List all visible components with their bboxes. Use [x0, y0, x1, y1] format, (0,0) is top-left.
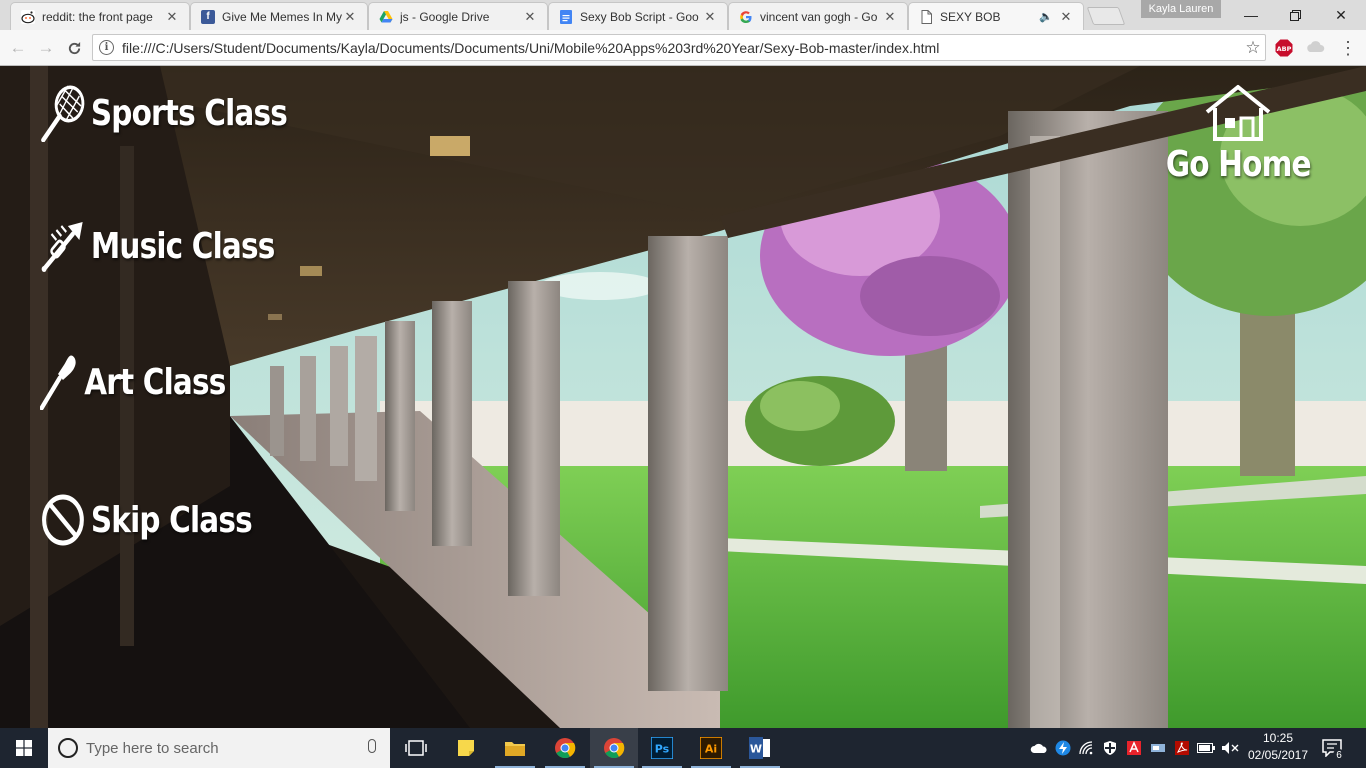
tab-title: vincent van gogh - Go — [760, 9, 878, 24]
menu-kebab-icon[interactable]: ⋮ — [1339, 38, 1357, 58]
sports-class-label: Sports Class — [90, 92, 288, 134]
shield-icon[interactable] — [1101, 739, 1119, 757]
windows-logo-icon — [16, 740, 32, 756]
extension-icon[interactable] — [1306, 39, 1326, 57]
close-window-icon[interactable]: ✕ — [1318, 0, 1364, 30]
music-class-button[interactable]: Music Class — [40, 218, 275, 274]
forward-arrow-icon[interactable]: → — [34, 36, 58, 60]
adblock-plus-icon[interactable]: ABP — [1275, 39, 1293, 57]
system-clock[interactable]: 10:25 02/05/2017 — [1246, 730, 1310, 764]
back-arrow-icon[interactable]: ← — [6, 36, 30, 60]
page-icon — [919, 9, 933, 24]
go-home-button[interactable]: Go Home — [1165, 84, 1312, 185]
action-center-icon[interactable]: 6 — [1318, 736, 1346, 761]
art-class-button[interactable]: Art Class — [40, 354, 226, 410]
tab-google-docs[interactable]: Sexy Bob Script - Goo ✕ — [548, 2, 728, 30]
acrobat-icon[interactable] — [1173, 739, 1191, 757]
close-tab-icon[interactable]: ✕ — [165, 9, 179, 25]
wifi-icon[interactable] — [1078, 739, 1096, 757]
notification-count: 6 — [1333, 749, 1345, 761]
photoshop-icon[interactable]: Ps — [638, 728, 686, 768]
windows-start-button[interactable] — [0, 728, 48, 768]
tab-title: reddit: the front page — [42, 9, 153, 24]
tennis-racket-icon — [41, 85, 85, 142]
url-text: file:///C:/Users/Student/Documents/Kayla… — [122, 39, 940, 56]
chrome-icon[interactable] — [541, 728, 589, 768]
file-explorer-icon[interactable] — [491, 728, 539, 768]
close-tab-icon[interactable]: ✕ — [523, 9, 537, 25]
search-placeholder: Type here to search — [86, 739, 219, 757]
sports-class-button[interactable]: Sports Class — [40, 84, 288, 142]
microphone-icon[interactable] — [368, 739, 376, 753]
adblock-label: ABP — [1277, 45, 1292, 53]
reload-icon[interactable] — [62, 36, 86, 60]
tab-google-drive[interactable]: js - Google Drive ✕ — [368, 2, 548, 30]
tab-title: Give Me Memes In My — [222, 9, 343, 24]
close-tab-icon[interactable]: ✕ — [343, 9, 357, 25]
facebook-icon: f — [201, 9, 215, 24]
new-tab-button[interactable] — [1086, 7, 1126, 25]
google-drive-icon — [379, 10, 393, 24]
page-viewport: Sports Class Music Class Art Class Skip … — [0, 66, 1366, 728]
illustrator-icon[interactable]: Ai — [687, 728, 735, 768]
word-icon[interactable]: W — [736, 728, 784, 768]
google-docs-icon — [559, 9, 573, 24]
word-label: W — [750, 743, 762, 756]
tab-reddit[interactable]: reddit: the front page ✕ — [10, 2, 190, 30]
music-class-label: Music Class — [90, 225, 276, 267]
browser-toolbar: ← → i file:///C:/Users/Student/Documents… — [0, 30, 1366, 66]
skip-class-label: Skip Class — [90, 499, 253, 541]
close-tab-icon[interactable]: ✕ — [703, 9, 717, 25]
bookmark-star-icon[interactable]: ☆ — [1241, 38, 1265, 58]
cortana-icon — [58, 738, 78, 758]
network-drive-icon[interactable] — [1149, 739, 1167, 757]
minimize-icon[interactable]: — — [1228, 0, 1274, 30]
tab-sexy-bob[interactable]: SEXY BOB 🔈 ✕ — [908, 2, 1084, 30]
tab-facebook[interactable]: f Give Me Memes In My ✕ — [190, 2, 368, 30]
photoshop-label: Ps — [655, 743, 670, 756]
clock-date: 02/05/2017 — [1247, 748, 1309, 762]
close-tab-icon[interactable]: ✕ — [883, 9, 897, 25]
paintbrush-icon — [40, 355, 76, 410]
chrome-icon[interactable] — [590, 728, 638, 768]
no-entry-icon — [42, 494, 84, 546]
tab-google-search[interactable]: vincent van gogh - Go ✕ — [728, 2, 908, 30]
browser-tab-strip: reddit: the front page ✕ f Give Me Memes… — [0, 0, 1366, 30]
illustrator-label: Ai — [705, 743, 717, 756]
reddit-icon — [21, 9, 35, 24]
art-class-label: Art Class — [84, 361, 226, 403]
address-bar[interactable]: i file:///C:/Users/Student/Documents/Kay… — [92, 34, 1266, 61]
tab-title: Sexy Bob Script - Goo — [580, 9, 699, 24]
house-icon — [1205, 85, 1271, 141]
profile-name[interactable]: Kayla Lauren — [1141, 0, 1221, 18]
speaker-icon[interactable]: 🔈 — [1039, 10, 1053, 23]
google-icon — [739, 10, 753, 24]
task-view-icon[interactable] — [392, 728, 440, 768]
trumpet-icon — [41, 222, 83, 272]
battery-icon[interactable] — [1197, 739, 1215, 757]
tab-title: js - Google Drive — [400, 9, 490, 24]
onedrive-icon[interactable] — [1030, 739, 1048, 757]
bolt-icon[interactable] — [1054, 739, 1072, 757]
info-icon[interactable]: i — [99, 40, 114, 55]
windows-taskbar: Type here to search Ps Ai W 10:25 02/05/… — [0, 728, 1366, 768]
restore-icon[interactable] — [1272, 0, 1318, 30]
sticky-notes-icon[interactable] — [442, 728, 490, 768]
taskbar-search-box[interactable]: Type here to search — [48, 728, 390, 768]
go-home-label: Go Home — [1165, 144, 1312, 185]
tab-title: SEXY BOB — [940, 9, 1001, 24]
close-tab-icon[interactable]: ✕ — [1059, 9, 1073, 25]
clock-time: 10:25 — [1262, 731, 1294, 745]
skip-class-button[interactable]: Skip Class — [40, 492, 253, 548]
adobe-icon[interactable] — [1125, 739, 1143, 757]
volume-muted-icon[interactable] — [1221, 739, 1239, 757]
